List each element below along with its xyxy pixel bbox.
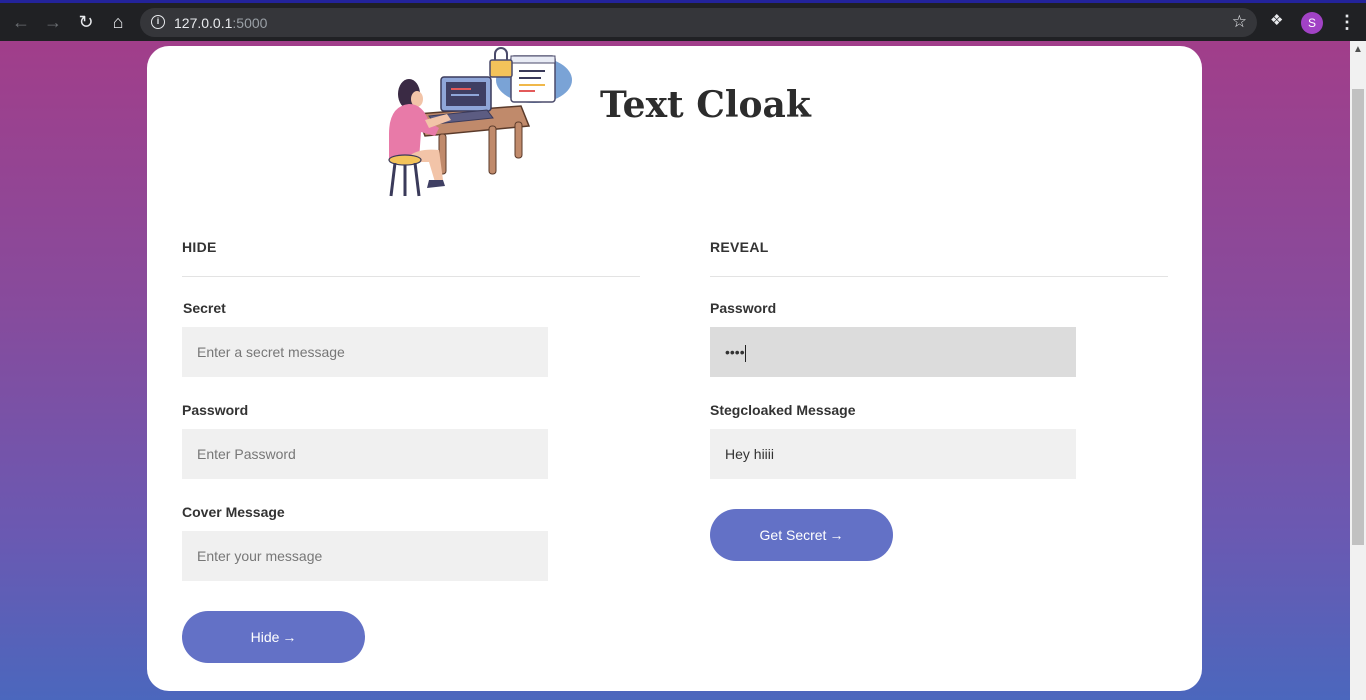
reveal-password-input[interactable]: •••• [710, 327, 1076, 377]
back-arrow-icon[interactable]: ← [10, 11, 32, 33]
cover-message-label: Cover Message [182, 504, 285, 520]
secret-label: Secret [183, 300, 226, 316]
url-text[interactable]: 127.0.0.1:5000 [174, 15, 267, 31]
text-cursor [744, 344, 746, 362]
secret-input[interactable] [182, 327, 548, 377]
hide-password-label: Password [182, 402, 249, 418]
get-secret-button[interactable]: Get Secret → [710, 509, 893, 561]
reveal-divider [710, 276, 1168, 277]
stegcloaked-message-label: Stegcloaked Message [710, 402, 856, 418]
right-arrow-icon: → [282, 629, 297, 645]
bookmark-star-icon[interactable]: ☆ [1232, 12, 1247, 32]
stegcloaked-message-input[interactable]: Hey hiiii [710, 429, 1076, 479]
home-icon[interactable]: ⌂ [107, 11, 129, 33]
hide-section-title: HIDE [182, 239, 217, 255]
vertical-scrollbar[interactable]: ▲ [1350, 41, 1366, 700]
scroll-up-arrow-icon[interactable]: ▲ [1353, 44, 1363, 55]
profile-avatar[interactable]: S [1301, 12, 1323, 34]
app-title: Text Cloak [600, 84, 811, 126]
hide-divider [182, 276, 640, 277]
kebab-menu-icon[interactable]: ⋮ [1338, 12, 1356, 32]
reveal-password-label: Password [710, 300, 777, 316]
reload-icon[interactable]: ↻ [75, 11, 97, 33]
hide-button[interactable]: Hide → [182, 611, 365, 663]
hide-button-label: Hide [250, 629, 280, 645]
person-at-laptop-illustration [388, 47, 572, 197]
url-port: :5000 [232, 15, 268, 31]
reveal-section-title: REVEAL [710, 239, 769, 255]
right-arrow-icon: → [829, 527, 844, 543]
address-bar[interactable]: i 127.0.0.1:5000 ☆ [140, 8, 1257, 37]
main-card: Text Cloak HIDE Secret Password Cover Me… [147, 46, 1202, 691]
page-background: Text Cloak HIDE Secret Password Cover Me… [0, 41, 1350, 700]
info-icon[interactable]: i [151, 15, 165, 29]
browser-toolbar: ← → ↻ ⌂ i 127.0.0.1:5000 ☆ ❖ S ⋮ [0, 0, 1366, 41]
scroll-thumb[interactable] [1352, 89, 1364, 545]
hide-password-input[interactable] [182, 429, 548, 479]
cover-message-input[interactable] [182, 531, 548, 581]
get-secret-button-label: Get Secret [759, 527, 827, 543]
extensions-puzzle-icon[interactable]: ❖ [1270, 13, 1286, 29]
url-host: 127.0.0.1 [174, 15, 233, 31]
password-mask: •••• [725, 344, 745, 360]
forward-arrow-icon[interactable]: → [42, 11, 64, 33]
